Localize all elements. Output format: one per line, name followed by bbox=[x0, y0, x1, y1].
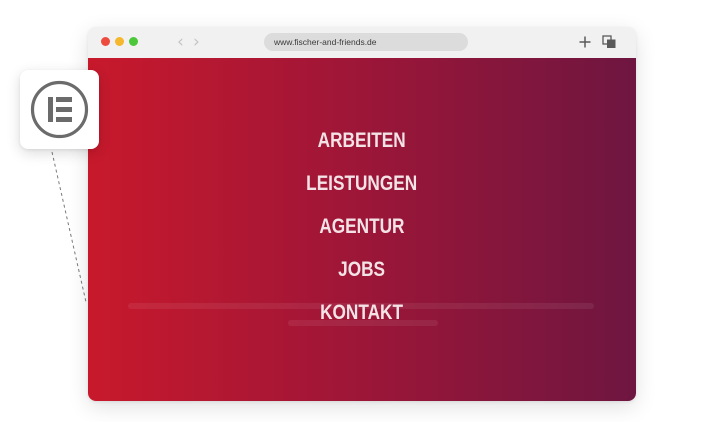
address-bar-url: www.fischer-and-friends.de bbox=[274, 37, 377, 47]
menu-entry: ARBEITEN bbox=[88, 124, 636, 167]
menu-entry: JOBS bbox=[88, 253, 636, 296]
browser-window: ‹ › www.fischer-and-friends.de ARBEITEN bbox=[88, 27, 636, 401]
maximize-window-button[interactable] bbox=[129, 37, 138, 46]
forward-arrow-icon[interactable]: › bbox=[193, 32, 200, 52]
close-window-button[interactable] bbox=[101, 37, 110, 46]
menu-item-kontakt[interactable]: KONTAKT bbox=[321, 296, 404, 330]
menu-item-arbeiten[interactable]: ARBEITEN bbox=[318, 124, 406, 158]
back-arrow-icon[interactable]: ‹ bbox=[177, 32, 184, 52]
minimize-window-button[interactable] bbox=[115, 37, 124, 46]
menu-item-leistungen[interactable]: LEISTUNGEN bbox=[307, 167, 418, 201]
main-navigation-menu: ARBEITEN LEISTUNGEN AGENTUR JOBS KONTAKT bbox=[88, 124, 636, 339]
stage: ‹ › www.fischer-and-friends.de ARBEITEN bbox=[0, 0, 713, 422]
menu-entry: LEISTUNGEN bbox=[88, 167, 636, 210]
menu-entry: AGENTUR bbox=[88, 210, 636, 253]
address-bar[interactable]: www.fischer-and-friends.de bbox=[264, 33, 468, 51]
tab-overview-icon[interactable] bbox=[602, 35, 617, 49]
menu-item-jobs[interactable]: JOBS bbox=[339, 253, 386, 287]
page-viewport: ARBEITEN LEISTUNGEN AGENTUR JOBS KONTAKT bbox=[88, 58, 636, 401]
menu-item-agentur[interactable]: AGENTUR bbox=[319, 210, 404, 244]
menu-entry: KONTAKT bbox=[88, 296, 636, 339]
new-tab-plus-icon[interactable] bbox=[578, 35, 592, 49]
elementor-icon bbox=[30, 80, 89, 139]
elementor-badge bbox=[20, 70, 99, 149]
browser-titlebar: ‹ › www.fischer-and-friends.de bbox=[88, 27, 636, 59]
